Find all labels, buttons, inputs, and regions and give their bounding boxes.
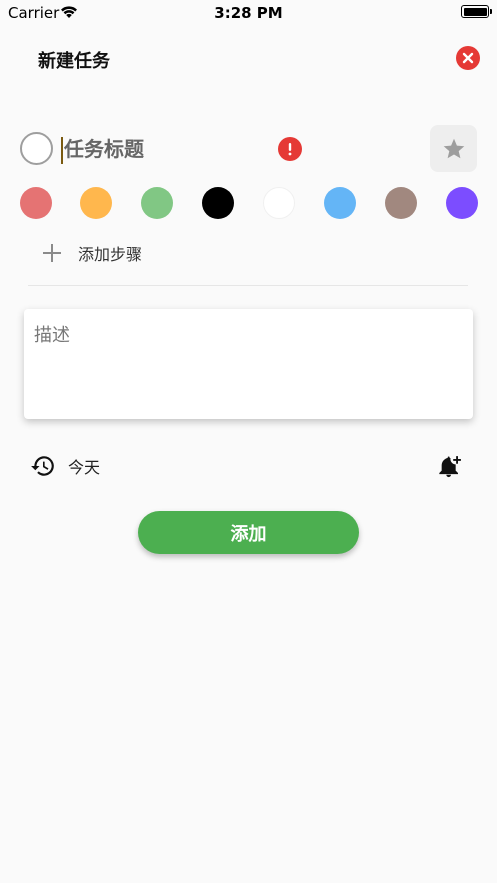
color-swatch-brown[interactable] [385, 187, 417, 219]
battery-icon [461, 5, 492, 18]
bell-plus-icon [439, 456, 461, 478]
task-title-input[interactable] [62, 134, 262, 164]
star-icon [443, 138, 464, 158]
add-reminder-button[interactable] [437, 452, 465, 480]
color-swatch-purple[interactable] [446, 187, 478, 219]
color-swatch-red[interactable] [20, 187, 52, 219]
add-task-button[interactable]: 添加 [138, 511, 359, 554]
exclamation-icon [288, 143, 292, 156]
due-date-label: 今天 [68, 458, 101, 477]
priority-button[interactable] [278, 137, 302, 161]
description-card [24, 309, 473, 419]
history-icon [31, 456, 54, 476]
page-title: 新建任务 [38, 51, 110, 72]
color-swatch-blue[interactable] [324, 187, 356, 219]
clock: 3:28 PM [214, 4, 283, 22]
favorite-button[interactable] [430, 125, 477, 172]
due-date-button[interactable]: 今天 [30, 452, 100, 480]
text-caret [61, 137, 63, 164]
close-button[interactable] [456, 46, 480, 70]
add-step-button[interactable]: 添加步骤 [40, 240, 142, 266]
description-input[interactable] [34, 321, 462, 409]
plus-icon [40, 241, 64, 265]
color-swatch-white[interactable] [263, 187, 295, 219]
color-swatch-orange[interactable] [80, 187, 112, 219]
color-swatch-black[interactable] [202, 187, 234, 219]
close-icon [462, 52, 474, 64]
divider [28, 285, 468, 286]
color-swatch-green[interactable] [141, 187, 173, 219]
complete-checkbox[interactable] [20, 132, 53, 165]
status-bar: Carrier 3:28 PM [0, 0, 497, 26]
add-step-label: 添加步骤 [78, 245, 143, 264]
